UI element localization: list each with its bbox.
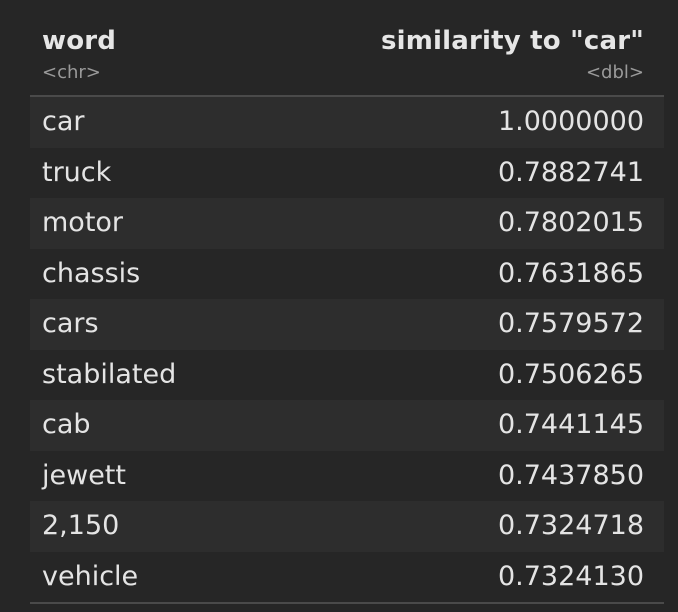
word-cell: vehicle xyxy=(42,560,139,592)
word-cell: motor xyxy=(42,207,124,238)
table-row: chassis 0.7631865 xyxy=(30,248,664,299)
table-row: motor 0.7802015 xyxy=(30,198,664,249)
word-cell: jewett xyxy=(42,459,126,491)
table-row: 2,150 0.7324718 xyxy=(30,501,664,552)
similarity-cell: 0.7802015 xyxy=(497,207,644,238)
word-cell: cab xyxy=(42,409,91,440)
data-table: word <chr> similarity to "car" <dbl> car… xyxy=(30,0,664,604)
similarity-cell: 0.7324130 xyxy=(497,560,644,592)
similarity-cell: 0.7324718 xyxy=(497,510,644,541)
column-type-similarity: <dbl> xyxy=(585,62,644,83)
column-header-similarity[interactable]: similarity to "car" xyxy=(381,26,644,56)
similarity-cell: 0.7579572 xyxy=(497,308,644,339)
table-row: car 1.0000000 xyxy=(30,97,664,148)
word-cell: stabilated xyxy=(42,358,177,390)
word-cell: cars xyxy=(42,308,99,339)
table-row: vehicle 0.7324130 xyxy=(30,551,664,602)
table-row: jewett 0.7437850 xyxy=(30,450,664,501)
word-cell: truck xyxy=(42,156,112,188)
table-row: cab 0.7441145 xyxy=(30,400,664,451)
table-bottom-divider xyxy=(30,602,664,604)
word-cell: chassis xyxy=(42,257,141,289)
table-row: stabilated 0.7506265 xyxy=(30,349,664,400)
column-type-word: <chr> xyxy=(42,62,101,83)
word-cell: car xyxy=(42,106,85,137)
word-cell: 2,150 xyxy=(42,510,120,541)
similarity-cell: 0.7506265 xyxy=(497,358,644,390)
similarity-cell: 0.7631865 xyxy=(497,257,644,289)
similarity-cell: 0.7437850 xyxy=(497,459,644,491)
column-header-word[interactable]: word xyxy=(42,26,116,56)
table-row: cars 0.7579572 xyxy=(30,299,664,350)
similarity-cell: 1.0000000 xyxy=(497,106,644,137)
similarity-cell: 0.7882741 xyxy=(497,156,644,188)
similarity-cell: 0.7441145 xyxy=(497,409,644,440)
table-row: truck 0.7882741 xyxy=(30,147,664,198)
table-header: word <chr> similarity to "car" <dbl> xyxy=(30,0,664,97)
table-body: car 1.0000000 truck 0.7882741 motor 0.78… xyxy=(30,97,664,602)
